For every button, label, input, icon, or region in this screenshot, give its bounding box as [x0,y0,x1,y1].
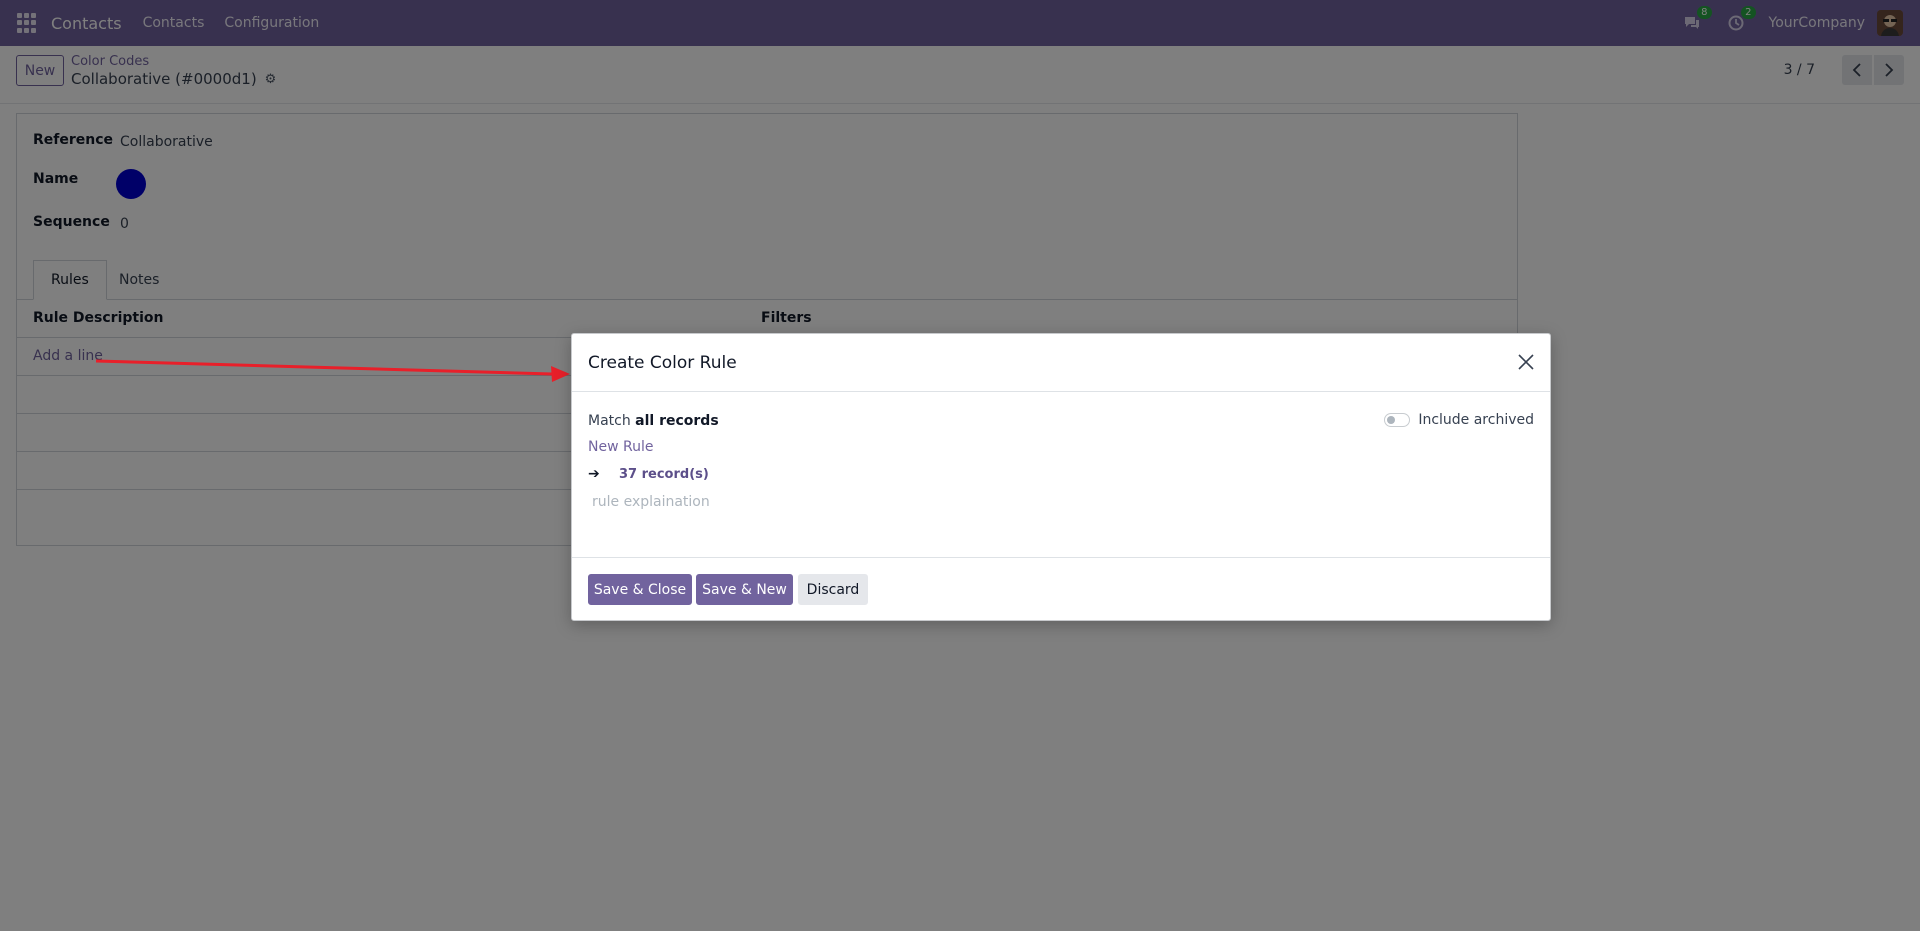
arrow-right-icon: ➔ [588,466,600,482]
dialog-body: Match all records Include archived New R… [572,392,1550,557]
dialog-footer: Save & Close Save & New Discard [572,557,1550,620]
discard-button[interactable]: Discard [798,574,868,605]
create-color-rule-dialog: Create Color Rule Match all records Incl… [571,333,1551,621]
record-count-row: ➔ 37 record(s) [588,466,709,482]
match-prefix: Match [588,413,631,429]
dialog-title: Create Color Rule [588,353,737,373]
save-close-button[interactable]: Save & Close [588,574,692,605]
match-scope-selector[interactable]: all records [635,413,719,429]
toggle-switch[interactable] [1384,413,1411,427]
include-archived-toggle[interactable]: Include archived [1384,412,1534,428]
new-rule-link[interactable]: New Rule [588,439,653,455]
include-archived-label[interactable]: Include archived [1418,412,1534,428]
match-statement: Match all records [588,413,719,429]
rule-explanation-input[interactable]: rule explaination [592,494,710,510]
save-new-button[interactable]: Save & New [696,574,793,605]
close-icon[interactable] [1516,352,1536,372]
dialog-header: Create Color Rule [572,334,1550,392]
record-count-link[interactable]: 37 record(s) [619,467,709,482]
